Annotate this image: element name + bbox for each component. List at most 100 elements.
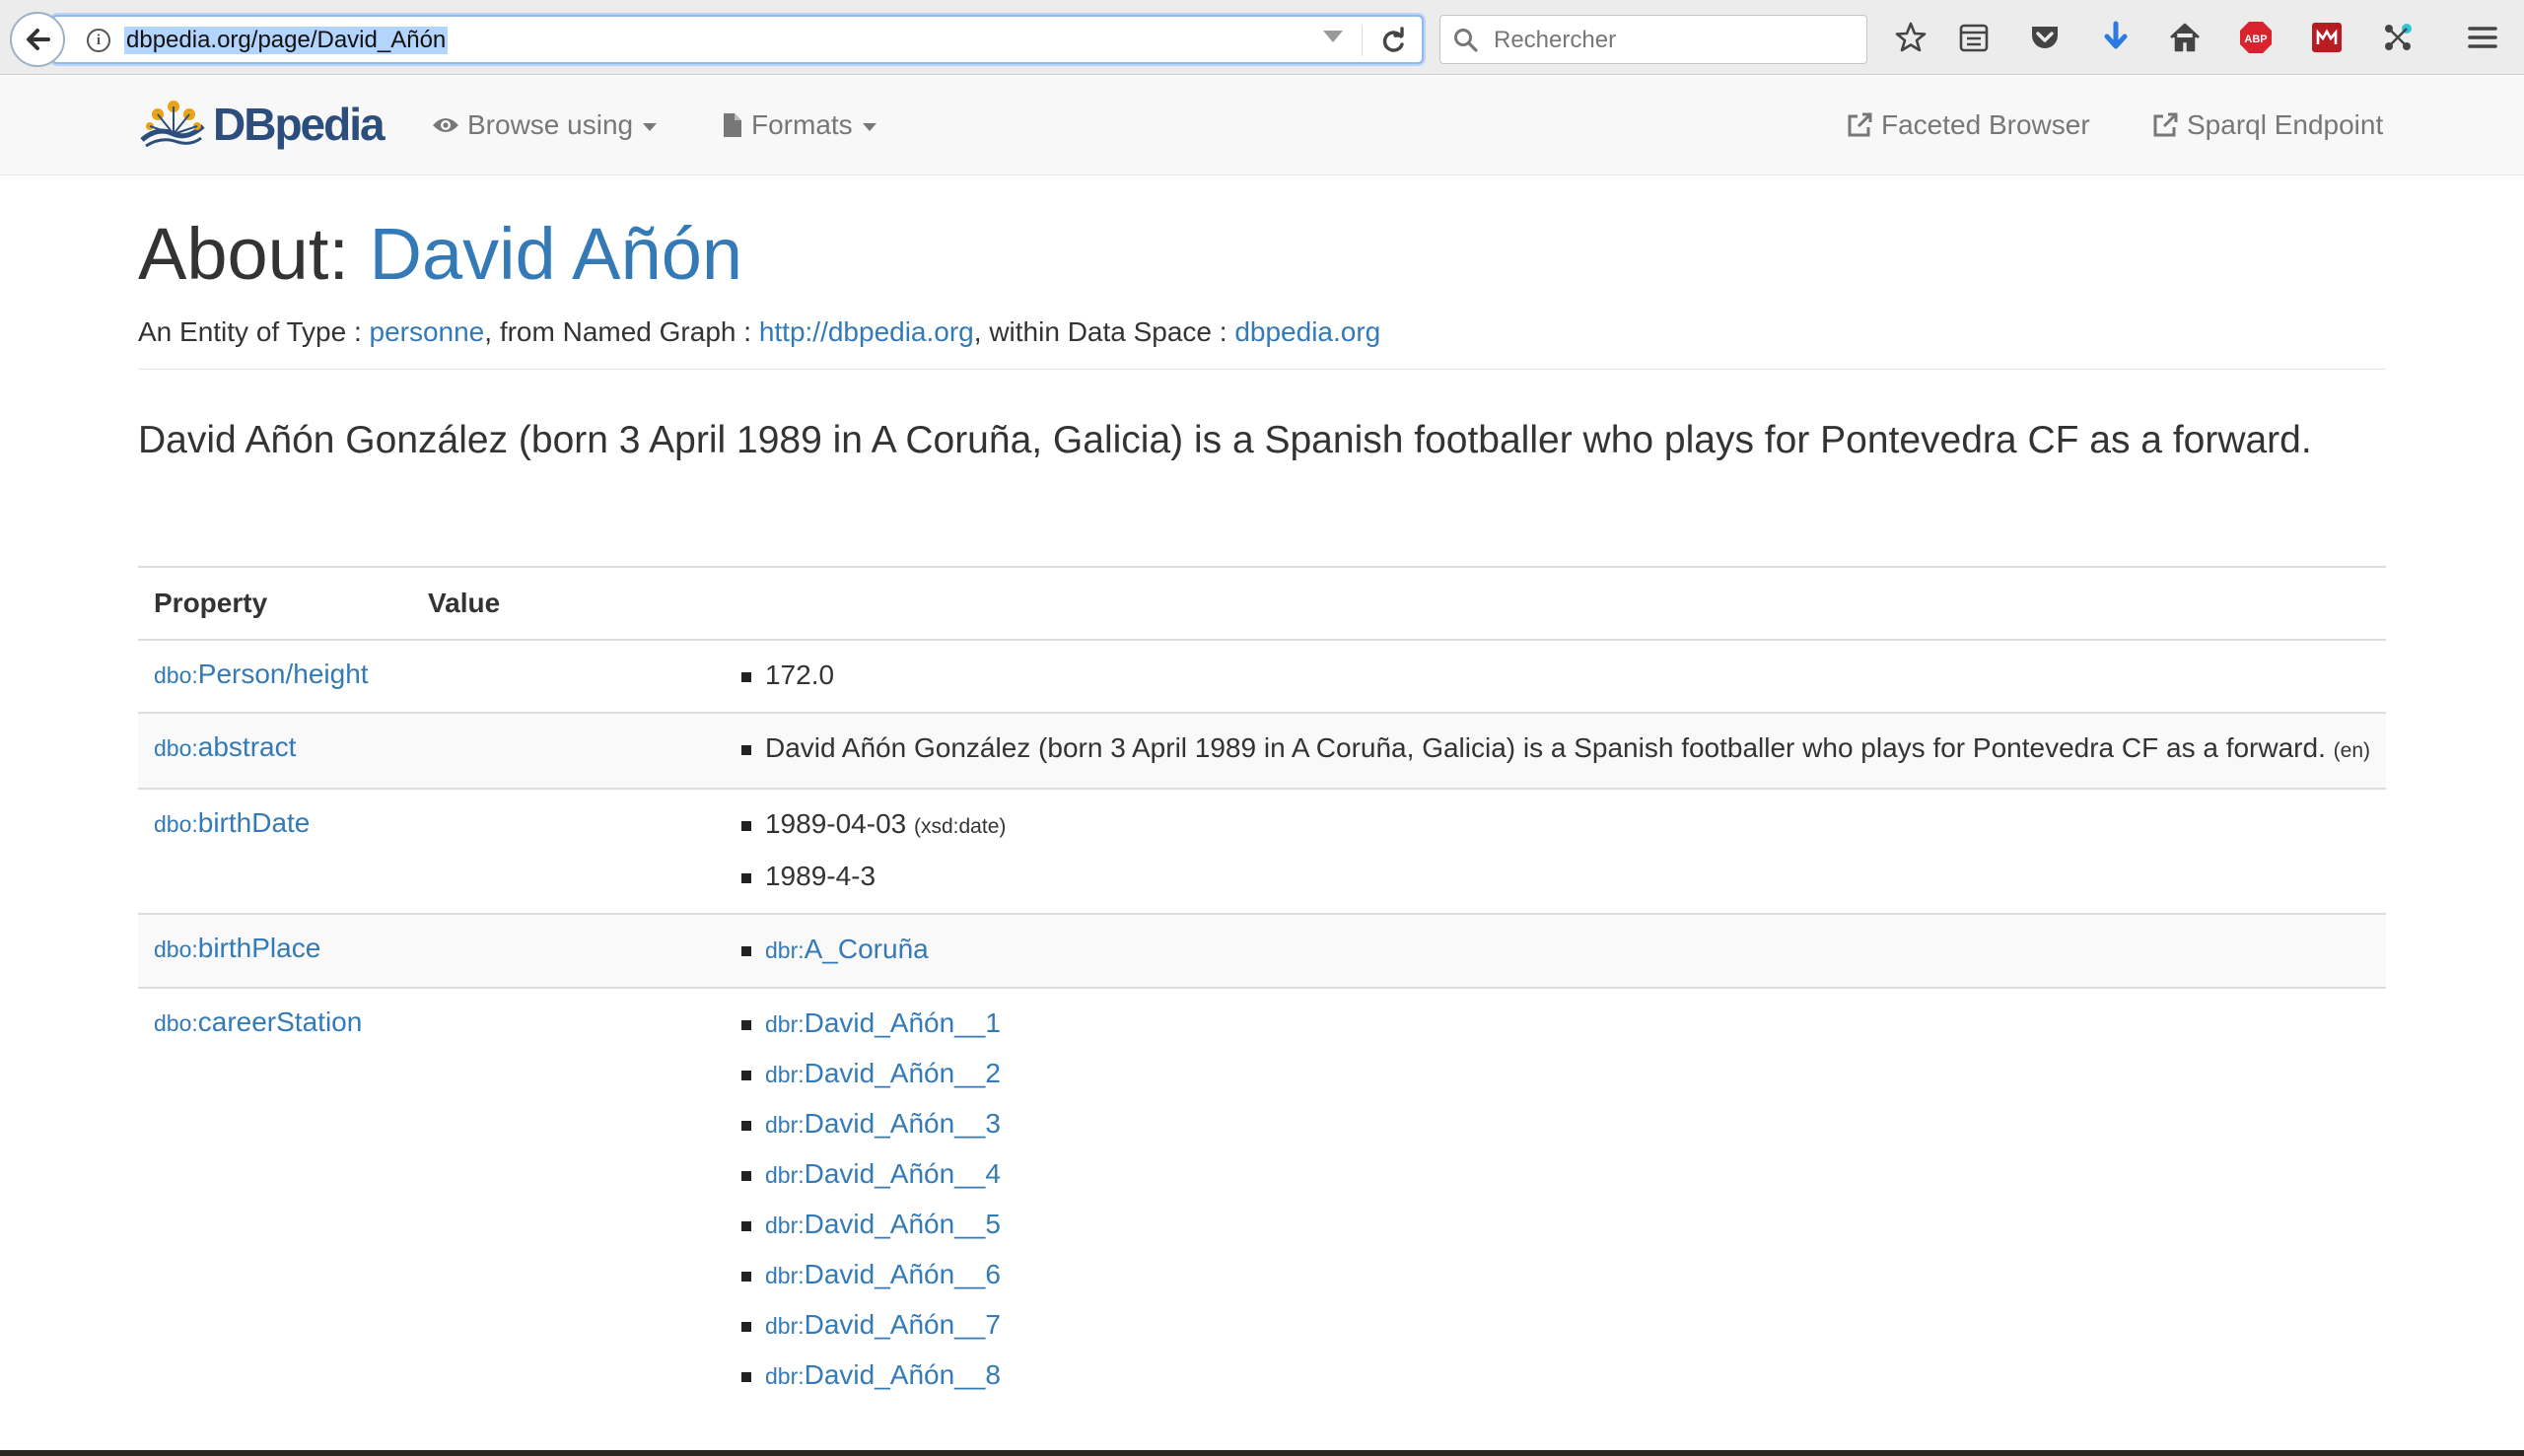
browse-using-label: Browse using bbox=[467, 109, 634, 140]
faceted-browser-link[interactable]: Faceted Browser bbox=[1846, 105, 2090, 145]
value-list: David Añón González (born 3 April 1989 i… bbox=[412, 731, 2370, 768]
divider bbox=[138, 369, 2386, 370]
home-icon[interactable] bbox=[2165, 18, 2205, 57]
property-name: Person/height bbox=[197, 659, 369, 689]
property-name: abstract bbox=[197, 731, 297, 762]
property-link[interactable]: dbo:Person/height bbox=[154, 659, 369, 689]
resource-link[interactable]: dbr:David_Añón__8 bbox=[765, 1359, 1001, 1390]
value-cell: dbr:David_Añón__1 dbr:David_Añón__2 dbr:Da… bbox=[411, 987, 2386, 1413]
table-header-row: Property Value bbox=[138, 566, 2386, 641]
url-text[interactable]: dbpedia.org/page/David_Añón bbox=[124, 27, 449, 54]
property-prefix: dbo: bbox=[154, 662, 198, 688]
resource-link[interactable]: dbr:David_Añón__6 bbox=[765, 1259, 1001, 1289]
external-link-icon bbox=[2153, 112, 2178, 137]
data-space-link[interactable]: dbpedia.org bbox=[1234, 316, 1380, 347]
about-prefix: About: bbox=[138, 213, 370, 295]
resource-link[interactable]: dbr:David_Añón__2 bbox=[765, 1058, 1001, 1088]
window-bottom-edge bbox=[0, 1450, 2524, 1456]
property-table-body: dbo:Person/height 172.0 dbo:abstract David … bbox=[138, 639, 2386, 1413]
literal-value: 1989-04-03 bbox=[764, 808, 907, 839]
sparql-endpoint-label: Sparql Endpoint bbox=[2187, 109, 2384, 140]
value-cell: David Añón González (born 3 April 1989 i… bbox=[411, 712, 2386, 789]
svg-text:ABP: ABP bbox=[2244, 34, 2267, 45]
search-icon bbox=[1454, 29, 1478, 52]
entity-meta: An Entity of Type : personne, from Named… bbox=[138, 315, 1380, 349]
property-link[interactable]: dbo:birthDate bbox=[154, 807, 310, 838]
property-link[interactable]: dbo:birthPlace bbox=[154, 933, 320, 963]
browser-toolbar: i dbpedia.org/page/David_Añón Rechercher… bbox=[0, 0, 2524, 75]
value-item: 172.0 bbox=[740, 659, 2370, 692]
sparql-endpoint-link[interactable]: Sparql Endpoint bbox=[2151, 105, 2383, 145]
resource-link[interactable]: dbr:David_Añón__1 bbox=[765, 1007, 1001, 1038]
formats-menu[interactable]: Formats bbox=[722, 105, 876, 145]
dbpedia-logo[interactable]: DBpedia bbox=[138, 90, 386, 159]
dbpedia-logo-icon bbox=[140, 101, 205, 148]
reading-list-icon[interactable] bbox=[1954, 18, 1994, 57]
adblock-icon[interactable]: ABP bbox=[2236, 18, 2276, 57]
url-separator bbox=[1362, 25, 1363, 56]
resource-name: David_Añón__7 bbox=[804, 1309, 1001, 1340]
formats-label: Formats bbox=[751, 109, 853, 140]
value-item: 1989-4-3 bbox=[740, 860, 2370, 893]
property-cell: dbo:abstract bbox=[138, 712, 412, 789]
reload-icon[interactable] bbox=[1378, 27, 1408, 56]
resource-prefix: dbr: bbox=[764, 1112, 805, 1138]
property-cell: dbo:birthDate bbox=[138, 788, 412, 914]
table-row: dbo:abstract David Añón González (born 3 … bbox=[138, 712, 2386, 789]
info-icon[interactable]: i bbox=[87, 29, 110, 52]
property-name: birthPlace bbox=[197, 933, 321, 963]
table-row: dbo:Person/height 172.0 bbox=[138, 639, 2386, 713]
property-name: birthDate bbox=[197, 807, 311, 838]
value-item: dbr:David_Añón__5 bbox=[740, 1208, 2370, 1242]
resource-name: David_Añón__3 bbox=[804, 1108, 1001, 1139]
extension-red-icon[interactable] bbox=[2307, 18, 2347, 57]
resource-link[interactable]: dbr:David_Añón__3 bbox=[765, 1108, 1001, 1139]
url-bar[interactable]: i dbpedia.org/page/David_Añón bbox=[51, 15, 1424, 64]
value-cell: 1989-04-03 (xsd:date) 1989-4-3 bbox=[411, 788, 2386, 914]
browse-using-menu[interactable]: Browse using bbox=[432, 105, 658, 145]
property-prefix: dbo: bbox=[154, 811, 198, 837]
menu-icon[interactable] bbox=[2463, 18, 2502, 57]
value-list: 172.0 bbox=[412, 659, 2370, 692]
property-cell: dbo:Person/height bbox=[138, 639, 412, 713]
value-cell: dbr:A_Coruña bbox=[411, 913, 2386, 988]
literal-value: David Añón González (born 3 April 1989 i… bbox=[764, 732, 2326, 763]
value-item: David Añón González (born 3 April 1989 i… bbox=[740, 731, 2370, 768]
download-icon[interactable] bbox=[2096, 18, 2136, 57]
property-link[interactable]: dbo:careerStation bbox=[154, 1006, 362, 1037]
named-graph-link[interactable]: http://dbpedia.org bbox=[759, 316, 974, 347]
property-cell: dbo:careerStation bbox=[138, 987, 412, 1413]
bookmark-star-icon[interactable] bbox=[1891, 18, 1930, 57]
back-button[interactable] bbox=[10, 12, 65, 67]
value-list: dbr:A_Coruña bbox=[412, 933, 2370, 967]
extension-network-icon[interactable] bbox=[2378, 18, 2418, 57]
entity-type-link[interactable]: personne bbox=[370, 316, 485, 347]
property-link[interactable]: dbo:abstract bbox=[154, 731, 296, 762]
resource-name: David_Añón__2 bbox=[804, 1058, 1001, 1088]
property-prefix: dbo: bbox=[154, 1010, 198, 1036]
arrow-left-icon bbox=[27, 29, 50, 50]
url-dropdown-icon[interactable] bbox=[1323, 31, 1343, 42]
resource-link[interactable]: dbr:David_Añón__4 bbox=[765, 1158, 1001, 1189]
resource-link[interactable]: dbr:A_Coruña bbox=[765, 934, 929, 964]
pocket-icon[interactable] bbox=[2025, 18, 2065, 57]
value-item: dbr:David_Añón__6 bbox=[740, 1258, 2370, 1292]
value-annotation: (en) bbox=[2333, 739, 2370, 762]
literal-value: 172.0 bbox=[764, 659, 835, 690]
page-title: About: David Añón bbox=[138, 213, 742, 296]
value-item: 1989-04-03 (xsd:date) bbox=[740, 807, 2370, 844]
entity-description: David Añón González (born 3 April 1989 i… bbox=[138, 419, 2312, 461]
table-row: dbo:birthPlace dbr:A_Coruña bbox=[138, 913, 2386, 988]
file-icon bbox=[724, 113, 741, 137]
resource-link[interactable]: dbr:David_Añón__7 bbox=[765, 1309, 1001, 1340]
eye-icon bbox=[433, 118, 458, 132]
resource-link[interactable]: dbr:David_Añón__5 bbox=[765, 1209, 1001, 1239]
resource-name: David_Añón__8 bbox=[804, 1359, 1001, 1390]
meta-type-label: An Entity of Type : bbox=[138, 316, 370, 347]
value-item: dbr:David_Añón__8 bbox=[740, 1358, 2370, 1393]
faceted-browser-label: Faceted Browser bbox=[1881, 109, 2090, 140]
search-input[interactable]: Rechercher bbox=[1439, 15, 1867, 64]
chevron-down-icon bbox=[643, 123, 658, 131]
property-name: careerStation bbox=[197, 1006, 363, 1037]
entity-name-link[interactable]: David Añón bbox=[370, 213, 743, 295]
